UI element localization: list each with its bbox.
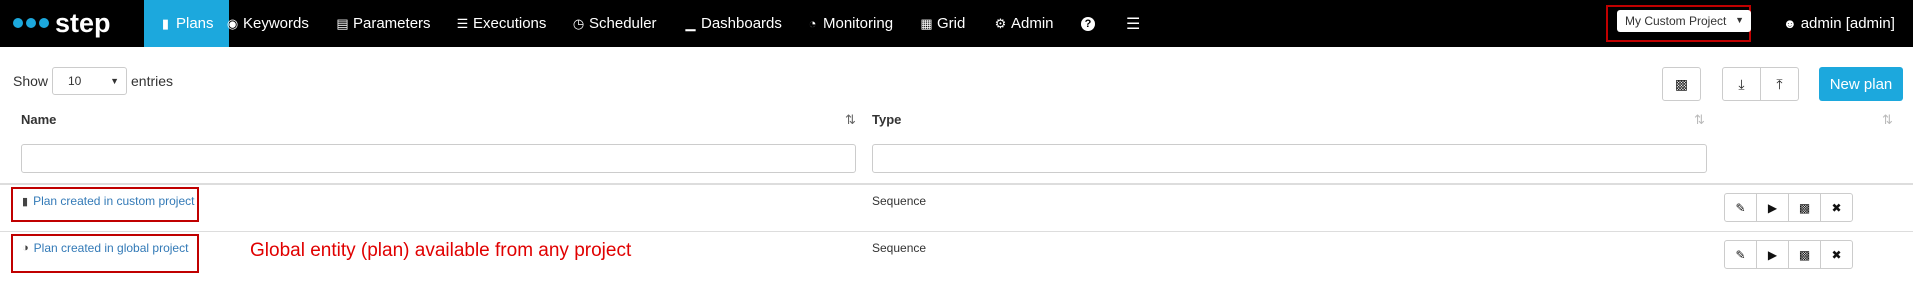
- bar-chart-icon: ▁: [685, 15, 696, 31]
- nav-admin[interactable]: ⚙ Admin: [994, 0, 1054, 47]
- row-actions: ✎ ▶ ▩ ✖: [1724, 193, 1853, 222]
- sort-asc-icon[interactable]: ⇅: [845, 112, 856, 128]
- row-divider: [0, 231, 1913, 232]
- nav-monitoring[interactable]: ◔ Monitoring: [806, 0, 893, 47]
- nav-parameters[interactable]: ▤ Parameters: [336, 0, 430, 47]
- plan-type: Sequence: [872, 241, 927, 255]
- delete-icon: ✖: [1831, 247, 1842, 262]
- hamburger-icon: ☰: [1126, 15, 1141, 33]
- list-icon: ▤: [336, 15, 349, 31]
- import-icon: ⤓: [1738, 75, 1745, 92]
- delete-button[interactable]: ✖: [1820, 240, 1853, 269]
- brand-name: step: [55, 7, 111, 38]
- nav-dashboards[interactable]: ▁ Dashboards: [684, 0, 782, 47]
- nav-menu[interactable]: ☰: [1126, 0, 1140, 47]
- target-icon: ◉: [226, 15, 239, 31]
- edit-icon: ✎: [1735, 200, 1746, 215]
- export-icon: ⤒: [1776, 75, 1783, 92]
- nav-grid[interactable]: ▦ Grid: [920, 0, 965, 47]
- column-header-name[interactable]: Name: [21, 112, 56, 127]
- step-logo[interactable]: step: [13, 6, 111, 40]
- plan-link[interactable]: ◑ Plan created in global project: [22, 241, 188, 255]
- file-icon: ▮: [22, 195, 29, 208]
- column-header-type[interactable]: Type: [872, 112, 901, 127]
- edit-button[interactable]: ✎: [1724, 240, 1757, 269]
- play-icon: ▶: [1767, 200, 1778, 215]
- nav-executions[interactable]: ☰ Executions: [456, 0, 547, 47]
- user-icon: ☻: [1783, 16, 1797, 31]
- paste-icon: ▩: [1674, 75, 1689, 92]
- logo-dots-icon: [13, 18, 49, 28]
- tasks-icon: ☰: [456, 15, 469, 31]
- clone-icon: ▩: [1798, 200, 1811, 215]
- delete-icon: ✖: [1831, 200, 1842, 215]
- plan-type: Sequence: [872, 194, 927, 208]
- name-filter-input[interactable]: [21, 144, 856, 173]
- grid-icon: ▦: [920, 15, 933, 31]
- clone-button[interactable]: ▩: [1788, 240, 1821, 269]
- caret-down-icon: ▼: [110, 76, 119, 86]
- sort-icon[interactable]: ⇅: [1694, 112, 1705, 128]
- import-button[interactable]: ⤓: [1722, 67, 1761, 101]
- project-selector[interactable]: My Custom Project ▼: [1617, 10, 1751, 32]
- plan-link[interactable]: ▮ Plan created in custom project: [22, 194, 194, 208]
- dashboard-icon: ◔: [808, 16, 817, 31]
- run-button[interactable]: ▶: [1756, 240, 1789, 269]
- question-icon: ?: [1081, 16, 1095, 31]
- edit-button[interactable]: ✎: [1724, 193, 1757, 222]
- top-navbar: step ▮ Plans ◉ Keywords ▤ Parameters ☰ E…: [0, 0, 1913, 47]
- play-icon: ▶: [1767, 247, 1778, 262]
- row-actions: ✎ ▶ ▩ ✖: [1724, 240, 1853, 269]
- clone-icon: ▩: [1798, 247, 1811, 262]
- edit-icon: ✎: [1735, 247, 1746, 262]
- export-button[interactable]: ⤒: [1760, 67, 1799, 101]
- nav-keywords[interactable]: ◉ Keywords: [226, 0, 309, 47]
- new-plan-button[interactable]: New plan: [1819, 67, 1903, 101]
- type-filter-input[interactable]: [872, 144, 1707, 173]
- clone-button[interactable]: ▩: [1788, 193, 1821, 222]
- user-menu[interactable]: ☻ admin [admin]: [1783, 0, 1895, 47]
- annotation-text: Global entity (plan) available from any …: [250, 240, 632, 261]
- nav-plans[interactable]: ▮ Plans: [144, 0, 229, 47]
- header-divider: [0, 183, 1913, 185]
- entries-label: entries: [131, 73, 174, 89]
- delete-button[interactable]: ✖: [1820, 193, 1853, 222]
- sort-icon[interactable]: ⇅: [1882, 112, 1893, 128]
- nav-scheduler[interactable]: ◷ Scheduler: [572, 0, 657, 47]
- file-icon: ▮: [161, 15, 170, 31]
- gear-icon: ⚙: [994, 15, 1007, 31]
- nav-help[interactable]: ?: [1081, 0, 1095, 47]
- clock-icon: ◷: [572, 15, 585, 31]
- show-label: Show: [13, 73, 49, 89]
- run-button[interactable]: ▶: [1756, 193, 1789, 222]
- globe-icon: ◑: [22, 242, 29, 254]
- caret-down-icon: ▼: [1735, 15, 1744, 25]
- paste-button[interactable]: ▩: [1662, 67, 1701, 101]
- page-length-select[interactable]: 10 ▼: [52, 67, 127, 95]
